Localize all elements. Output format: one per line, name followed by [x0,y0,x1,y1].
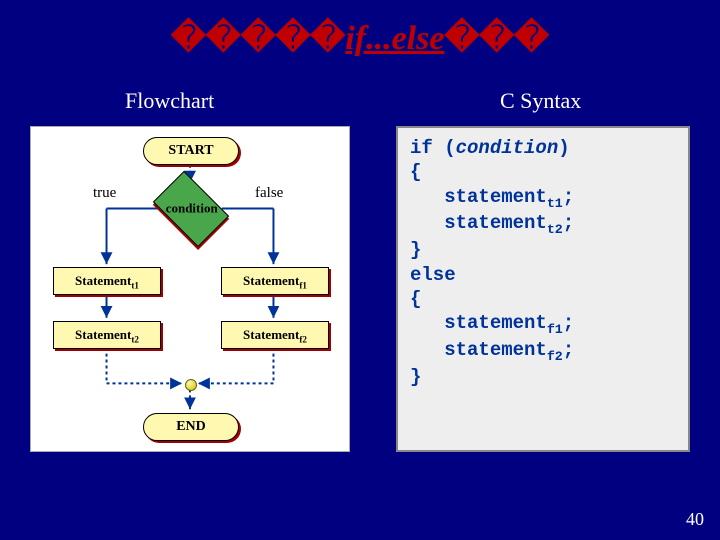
title-boxes-left: ����� [171,20,345,57]
fc-condition-label: condition [147,200,237,216]
fc-condition-diamond: condition [153,171,229,247]
fc-merge-node [185,379,197,391]
fc-stmt-f2: Statementf2 [221,321,329,349]
fc-start: START [143,137,239,165]
code-panel: if (condition) { statementt1; statementt… [396,126,690,452]
page-number: 40 [686,509,704,530]
csyntax-heading: C Syntax [500,88,581,114]
title-boxes-right: ��� [444,20,549,57]
fc-end: END [143,413,239,441]
fc-stmt-t1: Statementt1 [53,267,161,295]
title-mid: if...else [345,20,444,57]
slide-title: �����if...else��� [0,18,720,58]
fc-true-label: true [93,185,116,202]
fc-false-label: false [255,185,283,202]
flowchart-panel: START condition true false Statementt1 S… [30,126,350,452]
flowchart-heading: Flowchart [125,88,214,114]
fc-stmt-f1: Statementf1 [221,267,329,295]
fc-stmt-t2: Statementt2 [53,321,161,349]
code-block: if (condition) { statementt1; statementt… [398,128,688,397]
